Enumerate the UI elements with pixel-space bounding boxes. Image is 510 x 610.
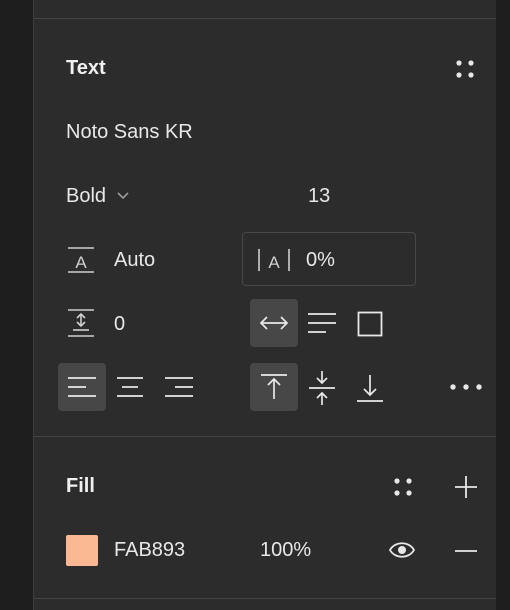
align-middle-button[interactable] (308, 370, 336, 406)
font-size-input[interactable]: 13 (308, 184, 330, 208)
line-height-input[interactable]: Auto (114, 248, 155, 272)
plus-icon[interactable] (453, 474, 479, 500)
section-divider (34, 436, 496, 437)
auto-height-button[interactable] (307, 311, 337, 335)
font-weight-select[interactable]: Bold (66, 184, 130, 208)
section-divider (34, 598, 496, 599)
align-left-button[interactable] (58, 363, 106, 411)
line-height-icon: A (66, 246, 96, 274)
fixed-size-button[interactable] (357, 311, 383, 337)
svg-text:A: A (268, 253, 280, 272)
align-top-button[interactable] (250, 363, 298, 411)
align-middle-icon (308, 370, 336, 406)
section-divider (34, 18, 496, 19)
fill-hex-input[interactable]: FAB893 (114, 538, 185, 562)
more-options-button[interactable] (449, 380, 483, 394)
letter-spacing-icon: A (256, 246, 292, 274)
align-center-icon (116, 376, 144, 398)
font-family-select[interactable]: Noto Sans KR (66, 120, 193, 144)
align-center-button[interactable] (116, 376, 144, 398)
eye-icon[interactable] (388, 538, 416, 562)
fill-opacity-input[interactable]: 100% (260, 538, 311, 562)
auto-width-icon (259, 313, 289, 333)
grid-dots-icon[interactable] (392, 476, 414, 498)
text-section-title: Text (66, 57, 106, 79)
align-left-icon (67, 376, 97, 398)
chevron-down-icon (116, 191, 130, 201)
panel-divider (33, 0, 34, 610)
fill-color-swatch[interactable] (66, 535, 98, 566)
letter-spacing-input[interactable]: 0% (306, 248, 335, 272)
canvas-edge (0, 0, 33, 610)
svg-text:A: A (75, 253, 87, 272)
align-right-icon (164, 376, 194, 398)
align-right-button[interactable] (164, 376, 194, 398)
align-bottom-icon (356, 373, 384, 403)
grid-dots-icon[interactable] (454, 58, 476, 80)
align-top-icon (260, 373, 288, 401)
more-icon (449, 380, 483, 394)
panel-scrollbar[interactable] (496, 0, 510, 610)
auto-height-icon (307, 311, 337, 335)
fixed-size-icon (357, 311, 383, 337)
paragraph-spacing-icon (66, 308, 96, 338)
auto-width-button[interactable] (250, 299, 298, 347)
align-bottom-button[interactable] (356, 373, 384, 403)
minus-icon[interactable] (453, 549, 479, 553)
fill-section-title: Fill (66, 475, 95, 497)
paragraph-spacing-input[interactable]: 0 (114, 312, 125, 336)
font-weight-value: Bold (66, 185, 107, 207)
